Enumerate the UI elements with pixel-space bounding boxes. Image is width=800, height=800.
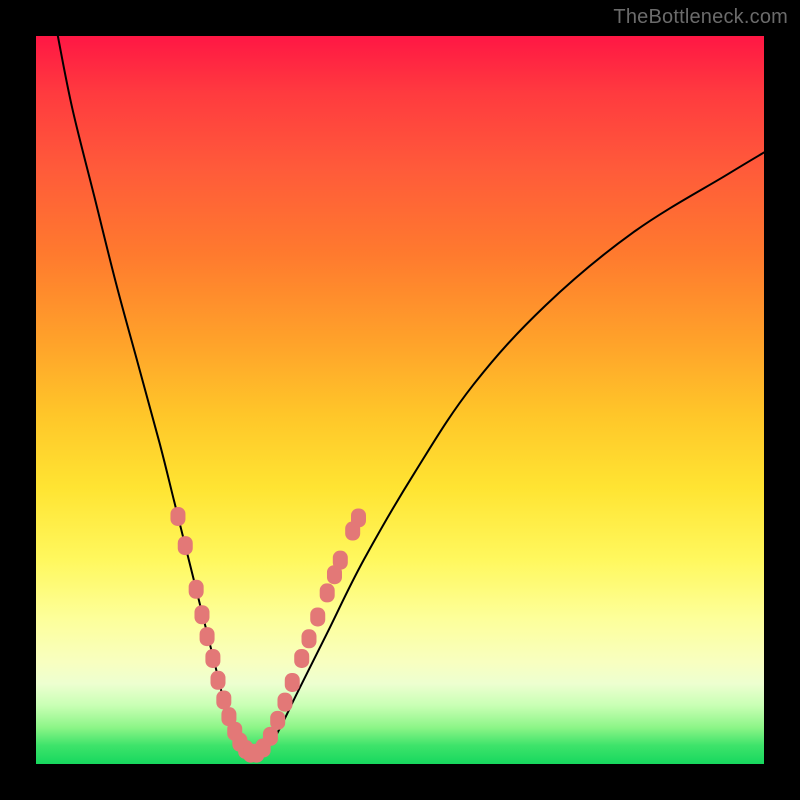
marker-dot	[270, 711, 285, 730]
marker-dots	[170, 507, 366, 763]
marker-dot	[285, 673, 300, 692]
plot-area	[36, 36, 764, 764]
marker-dot	[170, 507, 185, 526]
marker-dot	[277, 693, 292, 712]
bottleneck-curve-path	[58, 36, 764, 756]
marker-dot	[178, 536, 193, 555]
chart-svg	[36, 36, 764, 764]
marker-dot	[263, 727, 278, 746]
chart-frame: TheBottleneck.com	[0, 0, 800, 800]
curve-line	[58, 36, 764, 756]
marker-dot	[205, 649, 220, 668]
marker-dot	[294, 649, 309, 668]
marker-dot	[211, 671, 226, 690]
marker-dot	[216, 690, 231, 709]
marker-dot	[200, 627, 215, 646]
marker-dot	[333, 551, 348, 570]
marker-dot	[351, 508, 366, 527]
marker-dot	[302, 629, 317, 648]
marker-dot	[320, 583, 335, 602]
marker-dot	[310, 607, 325, 626]
watermark-text: TheBottleneck.com	[613, 6, 788, 29]
marker-dot	[189, 580, 204, 599]
marker-dot	[194, 605, 209, 624]
